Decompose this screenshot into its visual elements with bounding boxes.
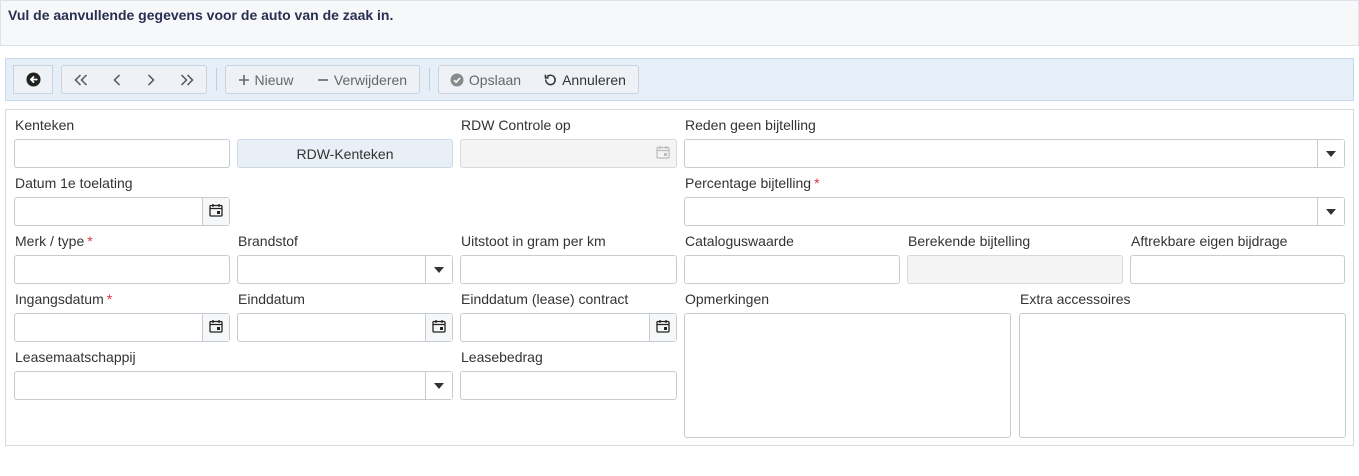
datum-1e-toelating-label: Datum 1e toelating xyxy=(15,175,133,191)
brandstof-select[interactable] xyxy=(237,255,453,284)
delete-button-label: Verwijderen xyxy=(333,71,408,88)
brandstof-label: Brandstof xyxy=(238,233,298,249)
merk-type-input[interactable] xyxy=(14,255,230,284)
rdw-kenteken-button-label: RDW-Kenteken xyxy=(296,145,394,162)
einddatum-contract-input[interactable] xyxy=(460,313,677,342)
einddatum-calendar-button[interactable] xyxy=(425,314,452,341)
ingangsdatum-label: Ingangsdatum * xyxy=(15,291,113,307)
check-circle-icon xyxy=(450,73,464,87)
new-button-label: Nieuw xyxy=(254,71,294,88)
chevron-right-icon xyxy=(147,73,155,86)
calendar-icon xyxy=(656,319,670,336)
cancel-button[interactable]: Annuleren xyxy=(532,65,639,94)
caret-down-icon xyxy=(1326,150,1336,157)
einddatum-contract-label: Einddatum (lease) contract xyxy=(461,291,629,307)
save-button[interactable]: Opslaan xyxy=(438,65,533,94)
percentage-bijtelling-select[interactable] xyxy=(684,197,1345,226)
minus-icon xyxy=(317,74,329,86)
car-details-form: Kenteken RDW-Kenteken RDW Controle op Re… xyxy=(5,109,1354,446)
rdw-controle-date-field xyxy=(460,139,677,168)
delete-button[interactable]: Verwijderen xyxy=(305,65,420,94)
caret-down-icon xyxy=(434,382,444,389)
cataloguswaarde-input[interactable] xyxy=(684,255,900,284)
kenteken-label: Kenteken xyxy=(15,117,75,133)
cataloguswaarde-label: Cataloguswaarde xyxy=(685,233,794,249)
first-record-button[interactable] xyxy=(61,65,100,94)
chevron-left-icon xyxy=(112,73,121,86)
save-button-label: Opslaan xyxy=(468,71,522,88)
plus-icon xyxy=(238,74,250,86)
extra-accessoires-textarea[interactable] xyxy=(1019,313,1346,438)
caret-down-icon xyxy=(1326,208,1336,215)
leasebedrag-input[interactable] xyxy=(460,371,677,400)
datum-1e-toelating-calendar-button[interactable] xyxy=(202,198,229,225)
percentage-bijtelling-dropdown[interactable] xyxy=(1317,198,1344,225)
berekende-bijtelling-field xyxy=(907,255,1123,284)
berekende-bijtelling-label: Berekende bijtelling xyxy=(908,233,1031,249)
toolbar-divider xyxy=(429,68,430,91)
instruction-header: Vul de aanvullende gegevens voor de auto… xyxy=(0,0,1359,46)
leasemaatschappij-dropdown[interactable] xyxy=(425,372,452,399)
reden-geen-bijtelling-label: Reden geen bijtelling xyxy=(685,117,816,133)
leasemaatschappij-select[interactable] xyxy=(14,371,453,400)
caret-down-icon xyxy=(434,266,444,273)
back-button[interactable] xyxy=(13,65,53,94)
double-chevron-right-icon xyxy=(180,73,194,86)
percentage-bijtelling-label: Percentage bijtelling * xyxy=(685,175,820,191)
einddatum-input[interactable] xyxy=(237,313,453,342)
aftrekbare-eigen-bijdrage-label: Aftrekbare eigen bijdrage xyxy=(1131,233,1288,249)
calendar-icon xyxy=(209,203,223,220)
einddatum-contract-calendar-button[interactable] xyxy=(649,314,676,341)
leasebedrag-label: Leasebedrag xyxy=(461,349,543,365)
required-marker: * xyxy=(106,291,113,307)
ingangsdatum-input[interactable] xyxy=(14,313,230,342)
extra-accessoires-label: Extra accessoires xyxy=(1020,291,1131,307)
ingangsdatum-calendar-button[interactable] xyxy=(202,314,229,341)
kenteken-input[interactable] xyxy=(14,139,230,168)
merk-type-label: Merk / type * xyxy=(15,233,93,249)
calendar-icon xyxy=(209,319,223,336)
leasemaatschappij-label: Leasemaatschappij xyxy=(15,349,136,365)
rdw-controle-label: RDW Controle op xyxy=(461,117,571,133)
brandstof-dropdown[interactable] xyxy=(425,256,452,283)
reden-geen-bijtelling-select[interactable] xyxy=(684,139,1345,168)
new-button[interactable]: Nieuw xyxy=(225,65,306,94)
double-chevron-left-icon xyxy=(73,73,88,86)
opmerkingen-label: Opmerkingen xyxy=(685,291,770,307)
last-record-button[interactable] xyxy=(168,65,207,94)
reden-geen-bijtelling-dropdown[interactable] xyxy=(1317,140,1344,167)
rdw-kenteken-button[interactable]: RDW-Kenteken xyxy=(237,139,453,168)
opmerkingen-textarea[interactable] xyxy=(684,313,1011,438)
required-marker: * xyxy=(814,175,820,191)
required-marker: * xyxy=(87,233,93,249)
aftrekbare-eigen-bijdrage-input[interactable] xyxy=(1130,255,1345,284)
toolbar-divider xyxy=(216,68,217,91)
back-circle-icon xyxy=(25,72,41,87)
cancel-button-label: Annuleren xyxy=(562,71,626,88)
einddatum-label: Einddatum xyxy=(238,291,305,307)
toolbar: Nieuw Verwijderen Opslaan Annuleren xyxy=(5,58,1354,101)
uitstoot-label: Uitstoot in gram per km xyxy=(461,233,606,249)
uitstoot-input[interactable] xyxy=(460,255,677,284)
calendar-icon xyxy=(432,319,446,336)
rdw-controle-calendar xyxy=(649,140,676,167)
instruction-text: Vul de aanvullende gegevens voor de auto… xyxy=(8,7,394,23)
datum-1e-toelating-input[interactable] xyxy=(14,197,230,226)
calendar-icon xyxy=(655,145,670,162)
previous-record-button[interactable] xyxy=(99,65,135,94)
undo-icon xyxy=(544,73,557,86)
next-record-button[interactable] xyxy=(134,65,169,94)
